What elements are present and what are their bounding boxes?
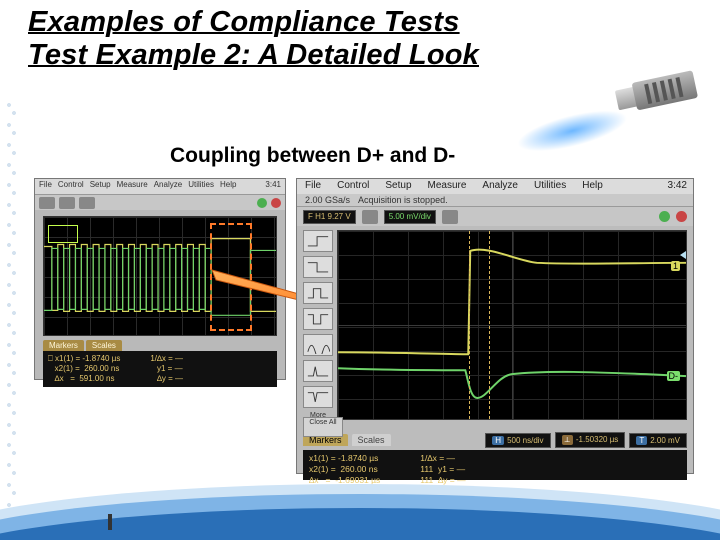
close-all-button[interactable]: Close All [303, 417, 343, 437]
palette-shape-icon[interactable] [303, 334, 333, 356]
trigger-level-icon[interactable] [680, 251, 686, 259]
menu-item[interactable]: Analyze [482, 180, 518, 193]
readout-col-2: 1/∆x = — y1 = — ∆y = — [150, 354, 183, 384]
decorative-dot-strip [4, 100, 18, 520]
palette-shape-icon[interactable] [303, 256, 333, 278]
toolbar-button[interactable] [442, 210, 458, 224]
menu-item[interactable]: Measure [117, 180, 148, 193]
title-line-1: Examples of Compliance Tests [28, 6, 688, 39]
oscilloscope-zoomed: File Control Setup Measure Analyze Utili… [296, 178, 694, 474]
channel-field[interactable]: F H1 9.27 V [303, 210, 356, 224]
menu-item[interactable]: Setup [385, 180, 411, 193]
toolbar-button[interactable] [362, 210, 378, 224]
menu-item[interactable]: Control [337, 180, 369, 193]
tab-markers[interactable]: Markers [43, 340, 84, 351]
zoom-selection-box[interactable] [210, 223, 252, 331]
menu-item[interactable]: Utilities [188, 180, 214, 193]
readout-col-1: ⎕ x1(1) = -1.8740 µs x2(1) = 260.00 ns ∆… [48, 354, 120, 384]
run-led-icon [659, 211, 670, 222]
toolbar-button[interactable] [39, 197, 55, 209]
title-line-2: Test Example 2: A Detailed Look [28, 39, 688, 72]
info-box [48, 225, 78, 243]
waveform-plot-large[interactable]: 1 D- [337, 230, 687, 420]
channel-tag-dminus: D- [667, 371, 681, 381]
clock: 3:41 [265, 180, 281, 193]
marker-x2[interactable] [489, 231, 490, 419]
toolbar [35, 194, 285, 210]
waveform-plot-small[interactable] [43, 216, 277, 336]
palette-shape-icon[interactable] [303, 386, 333, 408]
menu-item[interactable]: File [39, 180, 52, 193]
stop-led-icon [676, 211, 687, 222]
menu-item[interactable]: Help [220, 180, 236, 193]
waveform-svg [338, 231, 686, 420]
footer-tick [108, 514, 112, 530]
channel-tag-dplus: 1 [671, 261, 680, 271]
oscilloscope-thumbnail: File Control Setup Measure Analyze Utili… [34, 178, 286, 380]
palette-shape-icon[interactable] [303, 282, 333, 304]
slide-subtitle: Coupling between D+ and D- [170, 144, 455, 168]
cursor-indicator[interactable]: ⟂-1.50320 µs [555, 432, 626, 448]
slide-title: Examples of Compliance Tests Test Exampl… [28, 6, 688, 72]
palette-shape-icon[interactable] [303, 360, 333, 382]
menu-item[interactable]: Analyze [154, 180, 182, 193]
clock: 3:42 [668, 180, 687, 191]
palette-shape-icon[interactable] [303, 308, 333, 330]
menu-item[interactable]: Measure [428, 180, 467, 193]
menu-item[interactable]: Control [58, 180, 84, 193]
marker-x1[interactable] [469, 231, 470, 419]
menubar[interactable]: File Control Setup Measure Analyze Utili… [35, 179, 285, 194]
menu-item[interactable]: Help [582, 180, 603, 193]
menu-item[interactable]: Utilities [534, 180, 566, 193]
tab-scales[interactable]: Scales [86, 340, 122, 351]
menu-item[interactable]: Setup [90, 180, 111, 193]
run-led-icon [257, 198, 267, 208]
stop-led-icon [271, 198, 281, 208]
menu-item[interactable]: File [305, 180, 321, 193]
waveform-palette: More (1 of 2) [303, 230, 333, 428]
tab-scales[interactable]: Scales [352, 434, 391, 446]
palette-shape-icon[interactable] [303, 230, 333, 252]
menubar[interactable]: File Control Setup Measure Analyze Utili… [297, 179, 693, 194]
toolbar-button[interactable] [79, 197, 95, 209]
toolbar-button[interactable] [59, 197, 75, 209]
bottom-bar: Markers Scales H500 ns/div ⟂-1.50320 µs … [303, 432, 687, 448]
slide: Examples of Compliance Tests Test Exampl… [0, 0, 720, 540]
toolbar: F H1 9.27 V 5.00 mV/div [297, 206, 693, 226]
trigger-indicator[interactable]: T2.00 mV [629, 433, 687, 448]
sample-rate: 2.00 GSa/s [305, 195, 350, 205]
tabs: Markers Scales [43, 340, 277, 351]
hdiv-indicator[interactable]: H500 ns/div [485, 433, 550, 448]
acquisition-status: Acquisition is stopped. 2.00 GSa/s [297, 194, 693, 206]
vdiv-field[interactable]: 5.00 mV/div [384, 210, 436, 224]
marker-readout: ⎕ x1(1) = -1.8740 µs x2(1) = 260.00 ns ∆… [43, 351, 277, 387]
